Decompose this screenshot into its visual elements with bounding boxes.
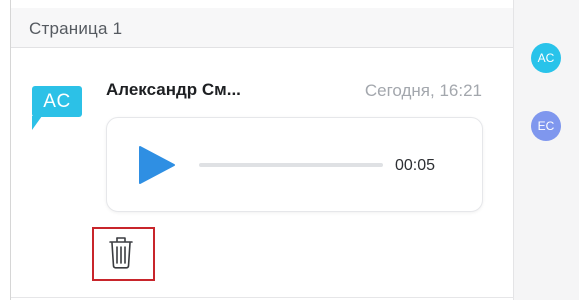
participant-avatar-ec[interactable]: EC <box>531 111 561 141</box>
participant-avatar-ac[interactable]: AC <box>531 43 561 73</box>
participant-initials: EC <box>537 119 555 133</box>
bottom-divider <box>11 297 514 298</box>
page-title: Страница 1 <box>29 19 123 38</box>
play-icon <box>139 146 175 184</box>
avatar: AC <box>32 86 82 117</box>
participant-initials: AC <box>537 51 555 65</box>
message-timestamp: Сегодня, 16:21 <box>364 81 482 100</box>
delete-button[interactable] <box>107 234 135 270</box>
trash-icon <box>109 237 133 269</box>
audio-duration: 00:05 <box>395 157 436 174</box>
message-author[interactable]: Александр См... <box>106 80 241 100</box>
avatar-initials: AC <box>43 90 71 112</box>
play-button[interactable] <box>138 145 176 185</box>
avatar-tail <box>32 116 42 130</box>
audio-progress-slider[interactable] <box>199 163 383 167</box>
page-header: Страница 1 <box>11 8 514 48</box>
